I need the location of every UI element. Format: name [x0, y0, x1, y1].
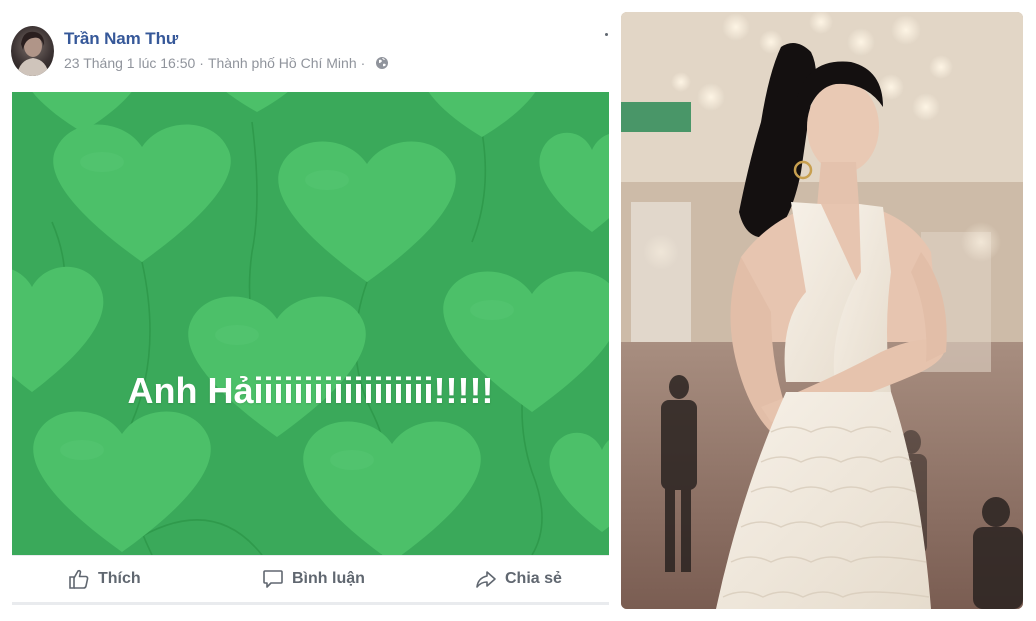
share-button[interactable]: Chia sẻ [475, 556, 562, 602]
post-location[interactable]: Thành phố Hồ Chí Minh [208, 55, 357, 71]
post-header: Trần Nam Thư 23 Tháng 1 lúc 16:50 · Thàn… [0, 0, 612, 92]
author-name-link[interactable]: Trần Nam Thư [64, 29, 178, 49]
like-button[interactable]: Thích [68, 556, 141, 602]
meta-separator: · [199, 55, 204, 71]
hearts-pattern [12, 92, 609, 555]
comment-label: Bình luận [292, 570, 365, 587]
meta-separator: · [360, 55, 366, 71]
comment-button[interactable]: Bình luận [262, 556, 365, 602]
globe-icon[interactable] [375, 56, 389, 70]
facebook-post: Trần Nam Thư 23 Tháng 1 lúc 16:50 · Thàn… [0, 0, 612, 621]
post-action-bar: Thích Bình luận Chia sẻ [12, 555, 609, 605]
like-label: Thích [98, 570, 141, 587]
speech-bubble-icon [262, 568, 284, 590]
thumbs-up-icon [68, 568, 90, 590]
post-options-icon[interactable] [605, 33, 608, 36]
post-meta: 23 Tháng 1 lúc 16:50 · Thành phố Hồ Chí … [64, 55, 389, 71]
author-avatar[interactable] [11, 26, 54, 76]
status-background: Anh Hảiiiiiiiiiiiiiiiiii!!!!! [12, 92, 609, 555]
post-timestamp[interactable]: 23 Tháng 1 lúc 16:50 [64, 55, 195, 71]
status-message: Anh Hảiiiiiiiiiiiiiiiiii!!!!! [127, 370, 494, 411]
share-label: Chia sẻ [505, 570, 562, 587]
share-arrow-icon [475, 568, 497, 590]
woman-white-dress-photo [621, 12, 1023, 609]
